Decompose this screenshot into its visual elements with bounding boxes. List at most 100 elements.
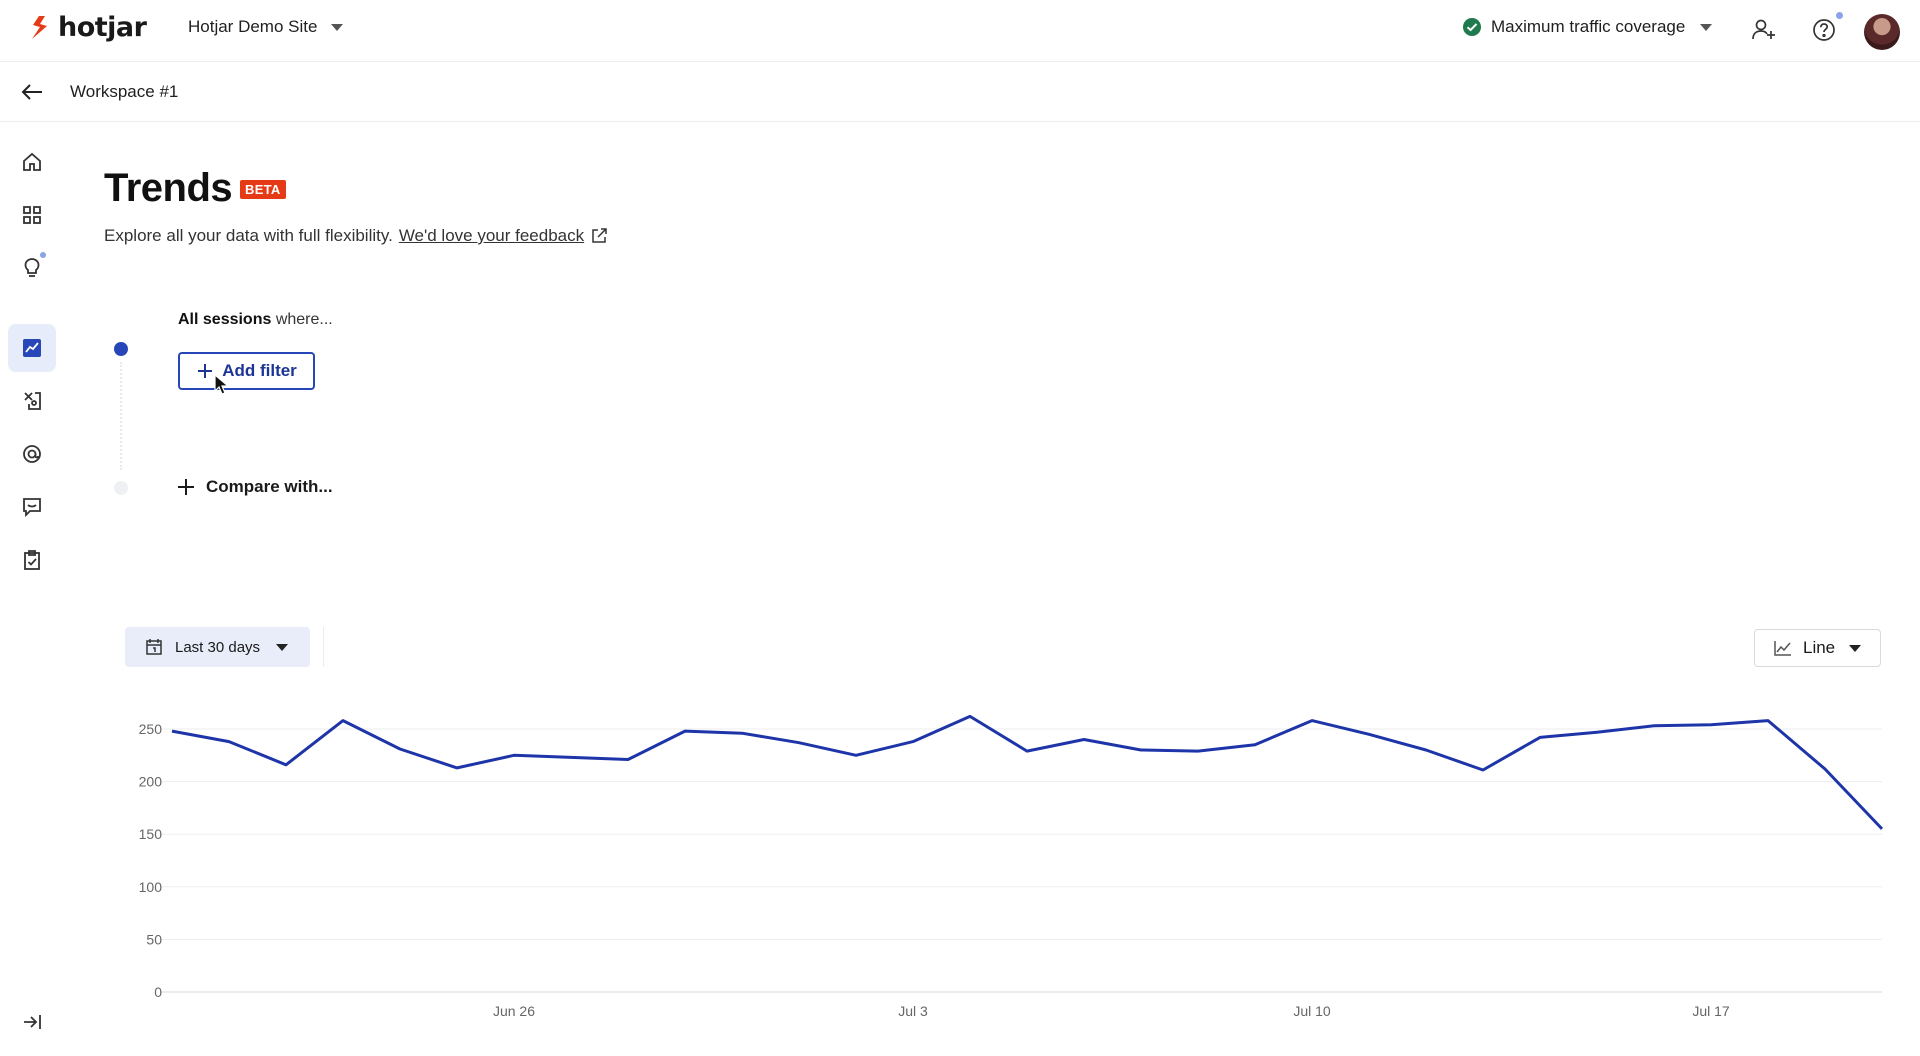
data-point[interactable] bbox=[453, 764, 461, 772]
surveys-icon bbox=[23, 445, 41, 463]
data-point[interactable] bbox=[1821, 765, 1829, 773]
segment-connector bbox=[120, 362, 122, 470]
y-tick-label: 100 bbox=[139, 879, 163, 895]
y-tick-label: 50 bbox=[146, 931, 162, 947]
data-point[interactable] bbox=[339, 717, 347, 725]
data-point[interactable] bbox=[168, 727, 176, 735]
hotjar-logo[interactable]: hotjar bbox=[30, 12, 147, 43]
notification-dot bbox=[1836, 12, 1843, 19]
home-icon bbox=[23, 152, 41, 171]
trends-icon bbox=[23, 339, 41, 357]
data-point[interactable] bbox=[966, 712, 974, 720]
sidebar-item-trends[interactable] bbox=[8, 324, 56, 372]
data-point[interactable] bbox=[738, 729, 746, 737]
workspace-title: Workspace #1 bbox=[70, 82, 179, 101]
y-tick-label: 250 bbox=[139, 721, 163, 737]
x-tick-label: Jul 3 bbox=[898, 1003, 928, 1019]
chevron-down-icon bbox=[1700, 23, 1713, 31]
chart-type-selector[interactable]: Line bbox=[1754, 629, 1881, 667]
page-subtitle: Explore all your data with full flexibil… bbox=[104, 226, 608, 246]
notification-dot bbox=[40, 252, 46, 258]
help-icon[interactable] bbox=[1808, 14, 1840, 46]
top-navigation-bar: hotjar Hotjar Demo Site Maximum traffic … bbox=[0, 0, 1920, 62]
data-point[interactable] bbox=[1194, 747, 1202, 755]
series-line[interactable] bbox=[171, 714, 1884, 830]
data-point[interactable] bbox=[1137, 746, 1145, 754]
feedback-icon bbox=[23, 498, 41, 518]
chevron-down-icon bbox=[276, 643, 289, 651]
x-tick-label: Jul 17 bbox=[1692, 1003, 1730, 1019]
sidebar-item-home[interactable] bbox=[8, 138, 56, 186]
sidebar-item-feedback[interactable] bbox=[8, 483, 56, 531]
data-point[interactable] bbox=[909, 738, 917, 746]
data-point[interactable] bbox=[1878, 825, 1886, 833]
data-point[interactable] bbox=[225, 738, 233, 746]
avatar[interactable] bbox=[1864, 14, 1900, 50]
chevron-down-icon bbox=[1849, 644, 1862, 652]
recordings-icon bbox=[24, 392, 41, 410]
data-point[interactable] bbox=[1422, 746, 1430, 754]
sidebar-item-highlights[interactable] bbox=[8, 244, 56, 292]
plus-icon bbox=[198, 364, 213, 378]
chevron-down-icon bbox=[331, 23, 344, 31]
line-chart-icon bbox=[1774, 641, 1791, 656]
data-point[interactable] bbox=[1650, 722, 1658, 730]
page-title: Trends bbox=[104, 166, 233, 210]
data-point[interactable] bbox=[1308, 717, 1316, 725]
data-point[interactable] bbox=[1479, 766, 1487, 774]
traffic-coverage-selector[interactable]: Maximum traffic coverage bbox=[1462, 17, 1713, 37]
dashboard-icon bbox=[23, 206, 41, 224]
calendar-icon bbox=[146, 639, 162, 655]
subtitle-text: Explore all your data with full flexibil… bbox=[104, 226, 393, 245]
beta-badge: BETA bbox=[240, 180, 286, 199]
data-point[interactable] bbox=[1593, 728, 1601, 736]
chart-type-label: Line bbox=[1803, 638, 1836, 657]
sessions-bold: All sessions bbox=[178, 311, 272, 328]
lightbulb-icon bbox=[24, 258, 40, 277]
data-point[interactable] bbox=[282, 761, 290, 769]
data-point[interactable] bbox=[396, 745, 404, 753]
date-range-label: Last 30 days bbox=[175, 638, 261, 656]
data-point[interactable] bbox=[1023, 747, 1031, 755]
sidebar-item-surveys[interactable] bbox=[8, 430, 56, 478]
data-point[interactable] bbox=[1080, 736, 1088, 744]
hotjar-flame-icon bbox=[32, 15, 47, 39]
trend-line-chart[interactable]: 0 50 100 150 200 250 Jun 26 Jul 3 Jul 10 Jul 17 bbox=[0, 700, 1920, 1030]
data-point[interactable] bbox=[1764, 717, 1772, 725]
data-point[interactable] bbox=[1251, 741, 1259, 749]
site-selector[interactable]: Hotjar Demo Site bbox=[188, 17, 344, 37]
data-point[interactable] bbox=[681, 727, 689, 735]
segment-indicator bbox=[114, 342, 128, 356]
sessions-rest: where... bbox=[271, 311, 333, 328]
sidebar-item-tasks[interactable] bbox=[8, 536, 56, 584]
x-tick-label: Jul 10 bbox=[1293, 1003, 1331, 1019]
data-point[interactable] bbox=[510, 751, 518, 759]
add-filter-button[interactable]: Add filter bbox=[178, 352, 315, 390]
workspace-bar: Workspace #1 bbox=[0, 62, 1920, 122]
y-tick-label: 150 bbox=[139, 826, 163, 842]
tasks-icon bbox=[24, 550, 40, 570]
feedback-link[interactable]: We'd love your feedback bbox=[399, 226, 584, 246]
data-point[interactable] bbox=[624, 756, 632, 764]
add-filter-label: Add filter bbox=[222, 361, 297, 380]
data-point[interactable] bbox=[852, 751, 860, 759]
data-point[interactable] bbox=[1536, 733, 1544, 741]
x-tick-label: Jun 26 bbox=[493, 1003, 535, 1019]
data-point[interactable] bbox=[567, 753, 575, 761]
mouse-cursor-icon bbox=[214, 374, 230, 395]
data-point[interactable] bbox=[1365, 730, 1373, 738]
back-arrow-icon[interactable] bbox=[18, 78, 46, 106]
date-range-selector[interactable]: Last 30 days bbox=[125, 627, 310, 667]
invite-user-icon[interactable] bbox=[1748, 14, 1780, 46]
external-link-icon[interactable] bbox=[590, 227, 608, 245]
y-tick-label: 0 bbox=[154, 984, 162, 1000]
compare-label: Compare with... bbox=[206, 477, 333, 496]
compare-with-button[interactable]: Compare with... bbox=[176, 477, 333, 497]
data-point[interactable] bbox=[1707, 721, 1715, 729]
sessions-label: All sessions where... bbox=[178, 311, 333, 329]
data-point[interactable] bbox=[795, 739, 803, 747]
sidebar-item-recordings[interactable] bbox=[8, 377, 56, 425]
site-name: Hotjar Demo Site bbox=[188, 17, 318, 36]
sidebar-item-dashboards[interactable] bbox=[8, 191, 56, 239]
compare-indicator bbox=[114, 481, 128, 495]
